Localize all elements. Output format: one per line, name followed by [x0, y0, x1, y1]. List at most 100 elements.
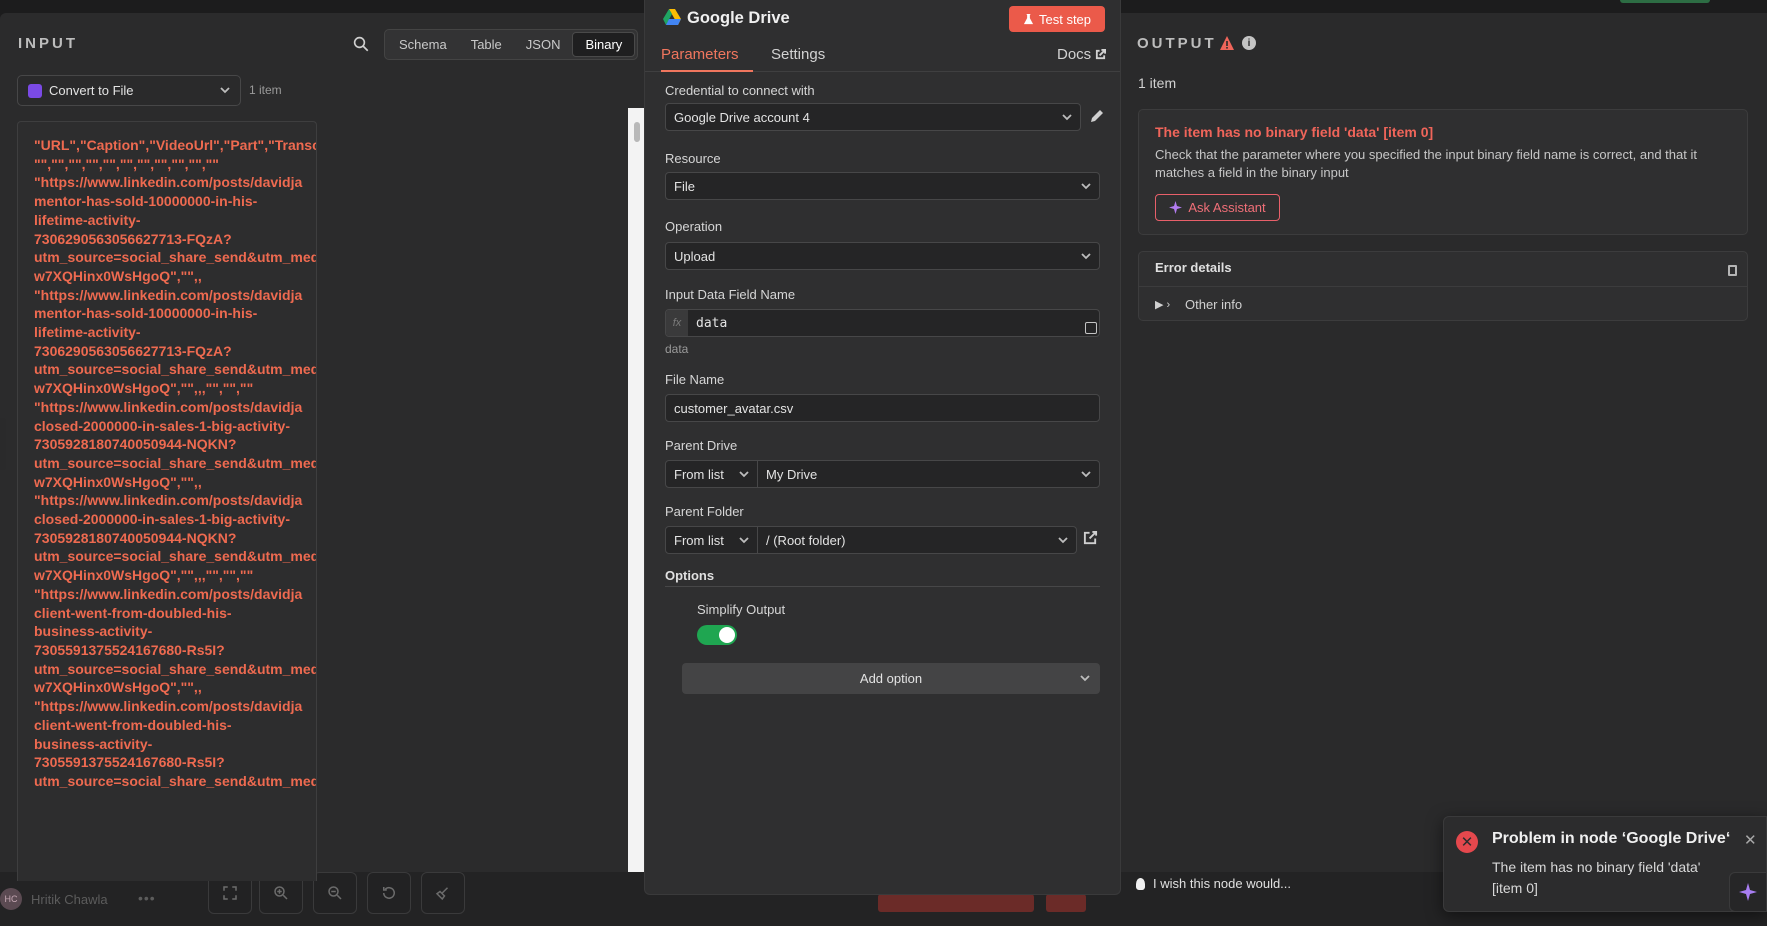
panel-resize-handle[interactable] — [0, 418, 6, 470]
tab-parameters[interactable]: Parameters — [661, 46, 753, 72]
sparkle-icon — [1739, 883, 1757, 901]
docs-link[interactable]: Docs — [1057, 46, 1107, 63]
user-name: Hritik Chawla — [31, 892, 108, 907]
panel-resize-handle[interactable] — [1761, 418, 1767, 470]
zoom-out-button[interactable] — [313, 872, 357, 914]
csv-line: utm_source=social_share_send&utm_med — [34, 361, 317, 378]
parent-folder-mode-select[interactable]: From list — [665, 526, 758, 554]
input-data-field-input[interactable]: fx data — [665, 309, 1100, 337]
expand-icon[interactable] — [1085, 322, 1097, 334]
copy-icon[interactable] — [1728, 265, 1737, 276]
csv-line: 7305591375524167680-Rs5I? — [34, 754, 225, 771]
csv-line: 7305591375524167680-Rs5I? — [34, 641, 225, 658]
execute-workflow-button[interactable] — [878, 894, 1034, 912]
csv-line: "https://www.linkedin.com/posts/davidja — [34, 174, 303, 191]
csv-line: w7XQHinx0WsHgoQ","",, — [34, 473, 202, 490]
parent-drive-select[interactable]: My Drive — [757, 460, 1100, 488]
docs-label: Docs — [1057, 46, 1092, 63]
input-panel: INPUT Schema Table JSON Binary Convert t… — [0, 13, 644, 881]
tab-schema[interactable]: Schema — [387, 32, 459, 57]
parent-drive-value: My Drive — [766, 466, 818, 482]
credential-select[interactable]: Google Drive account 4 — [665, 103, 1081, 131]
output-panel-title: OUTPUT — [1137, 35, 1217, 52]
csv-line: mentor-has-sold-10000000-in-his- — [34, 305, 258, 322]
csv-line: "URL","Caption","VideoUrl","Part","Trans… — [34, 137, 317, 153]
broom-icon — [435, 887, 449, 901]
simplify-output-label: Simplify Output — [697, 602, 786, 617]
operation-select[interactable]: Upload — [665, 242, 1100, 270]
csv-line: utm_source=social_share_send&utm_med — [34, 249, 317, 266]
feedback-link[interactable]: I wish this node would... — [1136, 876, 1291, 891]
csv-line: 7305928180740050944-NQKN? — [34, 436, 237, 453]
csv-line: 7305928180740050944-NQKN? — [34, 529, 237, 546]
tab-json[interactable]: JSON — [514, 32, 573, 57]
info-icon[interactable]: i — [1242, 36, 1256, 50]
avatar[interactable]: HC — [0, 888, 22, 910]
chevron-down-icon — [739, 469, 749, 479]
user-menu-icon[interactable]: ••• — [138, 890, 156, 906]
node-title[interactable]: Google Drive — [687, 9, 790, 28]
parent-drive-mode-value: From list — [674, 466, 724, 482]
csv-line: business-activity- — [34, 735, 153, 752]
binary-data-preview[interactable]: "URL","Caption","VideoUrl","Part","Trans… — [17, 121, 317, 881]
add-option-button[interactable]: Add option — [682, 663, 1100, 694]
csv-line: utm_source=social_share_send&utm_med — [34, 772, 317, 789]
other-info-label[interactable]: Other info — [1185, 297, 1242, 312]
tab-binary[interactable]: Binary — [572, 32, 636, 57]
fullscreen-icon — [223, 886, 237, 900]
csv-line: 7306290563056627713-FQzA? — [34, 230, 232, 247]
credential-label: Credential to connect with — [665, 83, 815, 98]
parent-drive-label: Parent Drive — [665, 438, 738, 453]
delete-button[interactable] — [1046, 894, 1086, 912]
parent-folder-select[interactable]: / (Root folder) — [757, 526, 1077, 554]
node-parameters-panel: Google Drive Test step Parameters Settin… — [644, 0, 1121, 895]
search-icon[interactable] — [352, 35, 372, 55]
chevron-down-icon — [1081, 251, 1091, 261]
toast-message: The item has no binary field 'data' [ite… — [1492, 859, 1701, 896]
csv-line: business-activity- — [34, 623, 153, 640]
parent-drive-mode-select[interactable]: From list — [665, 460, 758, 488]
csv-line: "https://www.linkedin.com/posts/davidja — [34, 492, 303, 509]
parent-folder-label: Parent Folder — [665, 504, 744, 519]
simplify-output-toggle[interactable] — [697, 625, 737, 645]
zoom-out-icon — [328, 886, 342, 900]
tidy-up-button[interactable] — [421, 872, 465, 914]
undo-icon — [383, 886, 395, 899]
output-panel: OUTPUT i 1 item The item has no binary f… — [1121, 13, 1767, 872]
file-name-value: customer_avatar.csv — [674, 400, 794, 416]
expand-toggle-icon[interactable]: ▶ › — [1155, 298, 1170, 311]
close-icon[interactable]: ✕ — [1744, 831, 1757, 849]
csv-line: closed-2000000-in-sales-1-big-activity- — [34, 417, 290, 434]
error-details-title: Error details — [1155, 260, 1232, 275]
csv-line: utm_source=social_share_send&utm_med — [34, 548, 317, 565]
csv-line: utm_source=social_share_send&utm_med — [34, 660, 317, 677]
input-item-count: 1 item — [249, 83, 282, 97]
file-name-label: File Name — [665, 372, 725, 387]
external-link-icon — [1096, 49, 1107, 60]
reset-zoom-button[interactable] — [367, 872, 411, 914]
open-link-icon[interactable] — [1083, 530, 1099, 546]
feedback-label: I wish this node would... — [1153, 876, 1292, 891]
csv-line: mentor-has-sold-10000000-in-his- — [34, 193, 258, 210]
pencil-icon[interactable] — [1089, 108, 1105, 124]
csv-line: w7XQHinx0WsHgoQ","",, — [34, 267, 202, 284]
ask-assistant-button[interactable]: Ask Assistant — [1155, 194, 1280, 221]
test-step-button[interactable]: Test step — [1009, 6, 1105, 32]
error-title: The item has no binary field 'data' [ite… — [1155, 124, 1434, 140]
tab-table[interactable]: Table — [459, 32, 514, 57]
ai-assistant-button[interactable] — [1729, 872, 1767, 912]
input-node-select[interactable]: Convert to File — [17, 75, 241, 106]
csv-line: "https://www.linkedin.com/posts/davidja — [34, 698, 303, 715]
input-node-select-value: Convert to File — [49, 83, 134, 98]
input-data-field-hint: data — [665, 342, 689, 356]
file-name-input[interactable]: customer_avatar.csv — [665, 394, 1100, 422]
expression-icon[interactable]: fx — [666, 310, 688, 336]
resource-label: Resource — [665, 151, 721, 166]
chevron-down-icon — [1058, 535, 1068, 545]
view-mode-tabs: Schema Table JSON Binary — [384, 29, 639, 60]
scrollbar-track[interactable] — [628, 108, 644, 872]
tab-settings[interactable]: Settings — [771, 46, 825, 63]
resource-select[interactable]: File — [665, 172, 1100, 200]
warning-icon — [1220, 36, 1234, 50]
scrollbar-thumb[interactable] — [634, 122, 640, 142]
